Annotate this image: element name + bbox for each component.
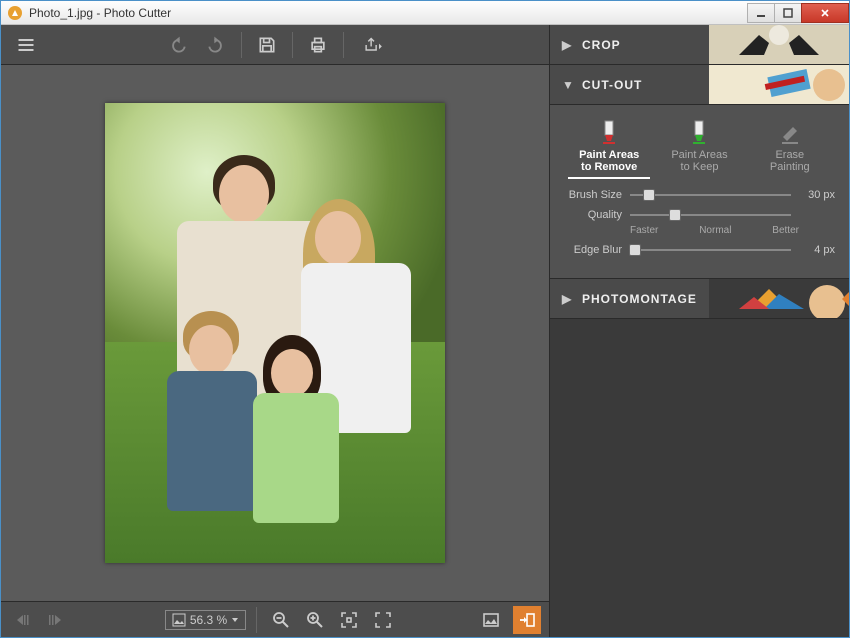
close-button[interactable] — [801, 3, 849, 23]
share-button[interactable] — [352, 28, 396, 62]
zoom-out-button[interactable] — [267, 606, 295, 634]
redo-button[interactable] — [199, 28, 233, 62]
print-button[interactable] — [301, 28, 335, 62]
quality-row: Quality — [564, 209, 835, 221]
edge-blur-value: 4 px — [799, 244, 835, 256]
quality-slider[interactable] — [630, 214, 791, 216]
panel-crop-label: CROP — [582, 38, 621, 52]
canvas-area[interactable] — [1, 65, 549, 601]
separator — [256, 607, 257, 633]
zoom-readout[interactable]: 56.3 % — [165, 610, 246, 630]
crop-thumb-icon — [709, 25, 849, 65]
cutout-thumb-icon — [709, 65, 849, 105]
panel-cutout-header[interactable]: ▼ CUT-OUT — [550, 65, 849, 105]
chevron-right-icon: ▶ — [562, 292, 574, 306]
zoom-in-button[interactable] — [301, 606, 329, 634]
compare-button[interactable] — [477, 606, 505, 634]
menu-button[interactable] — [9, 28, 43, 62]
actual-size-button[interactable] — [369, 606, 397, 634]
bottom-toolbar: 56.3 % — [1, 601, 549, 637]
tool-label-2: to Keep — [681, 161, 719, 173]
marker-red-icon — [598, 119, 620, 145]
panel-crop-header[interactable]: ▶ CROP — [550, 25, 849, 65]
edge-blur-slider[interactable] — [630, 249, 791, 251]
titlebar: Photo_1.jpg - Photo Cutter — [1, 1, 849, 25]
tool-label-2: to Remove — [581, 161, 637, 173]
app-body: 56.3 % ▶ CROP — [1, 25, 849, 637]
chevron-right-icon: ▶ — [562, 38, 574, 52]
image-icon — [172, 613, 186, 627]
separator — [241, 32, 242, 58]
tick-normal: Normal — [699, 225, 731, 236]
quality-ticks: Faster Normal Better — [630, 225, 835, 236]
separator — [343, 32, 344, 58]
top-toolbar — [1, 25, 549, 65]
eraser-icon — [779, 119, 801, 145]
tool-paint-keep[interactable]: Paint Areas to Keep — [658, 115, 740, 179]
brush-size-label: Brush Size — [564, 189, 622, 201]
panel-photomontage-label: PHOTOMONTAGE — [582, 292, 697, 306]
panel-cutout-body: Paint Areas to Remove Paint Areas to Kee… — [550, 105, 849, 279]
app-icon — [7, 5, 23, 21]
window-title: Photo_1.jpg - Photo Cutter — [29, 6, 748, 20]
next-image-button[interactable] — [41, 606, 69, 634]
edge-blur-row: Edge Blur 4 px — [564, 244, 835, 256]
app-window: Photo_1.jpg - Photo Cutter — [0, 0, 850, 638]
tick-better: Better — [772, 225, 799, 236]
chevron-down-icon — [231, 616, 239, 624]
photo-preview — [105, 103, 445, 563]
tool-label: Paint Areas — [671, 149, 727, 161]
expand-arrow-icon[interactable] — [842, 291, 849, 307]
undo-button[interactable] — [161, 28, 195, 62]
brush-size-slider[interactable] — [630, 194, 791, 196]
panel-cutout-label: CUT-OUT — [582, 78, 642, 92]
tool-paint-remove[interactable]: Paint Areas to Remove — [568, 115, 650, 179]
fit-screen-button[interactable] — [335, 606, 363, 634]
brush-size-value: 30 px — [799, 189, 835, 201]
tick-faster: Faster — [630, 225, 658, 236]
minimize-button[interactable] — [747, 3, 775, 23]
tool-label: Paint Areas — [579, 149, 639, 161]
quality-label: Quality — [564, 209, 622, 221]
maximize-button[interactable] — [774, 3, 802, 23]
cutout-tools: Paint Areas to Remove Paint Areas to Kee… — [564, 115, 835, 179]
edge-blur-label: Edge Blur — [564, 244, 622, 256]
window-buttons — [748, 3, 849, 23]
panel-photomontage-header[interactable]: ▶ PHOTOMONTAGE — [550, 279, 849, 319]
send-to-button[interactable] — [513, 606, 541, 634]
separator — [292, 32, 293, 58]
tool-erase[interactable]: Erase Painting — [749, 115, 831, 179]
prev-image-button[interactable] — [9, 606, 37, 634]
tool-label-2: Painting — [770, 161, 810, 173]
left-pane: 56.3 % — [1, 25, 549, 637]
save-button[interactable] — [250, 28, 284, 62]
right-panels: ▶ CROP ▼ CUT-OUT Paint Areas to Remove — [549, 25, 849, 637]
photomontage-thumb-icon — [709, 279, 849, 319]
tool-label: Erase — [775, 149, 804, 161]
brush-size-row: Brush Size 30 px — [564, 189, 835, 201]
chevron-down-icon: ▼ — [562, 78, 574, 92]
zoom-value: 56.3 % — [190, 613, 227, 627]
marker-green-icon — [688, 119, 710, 145]
